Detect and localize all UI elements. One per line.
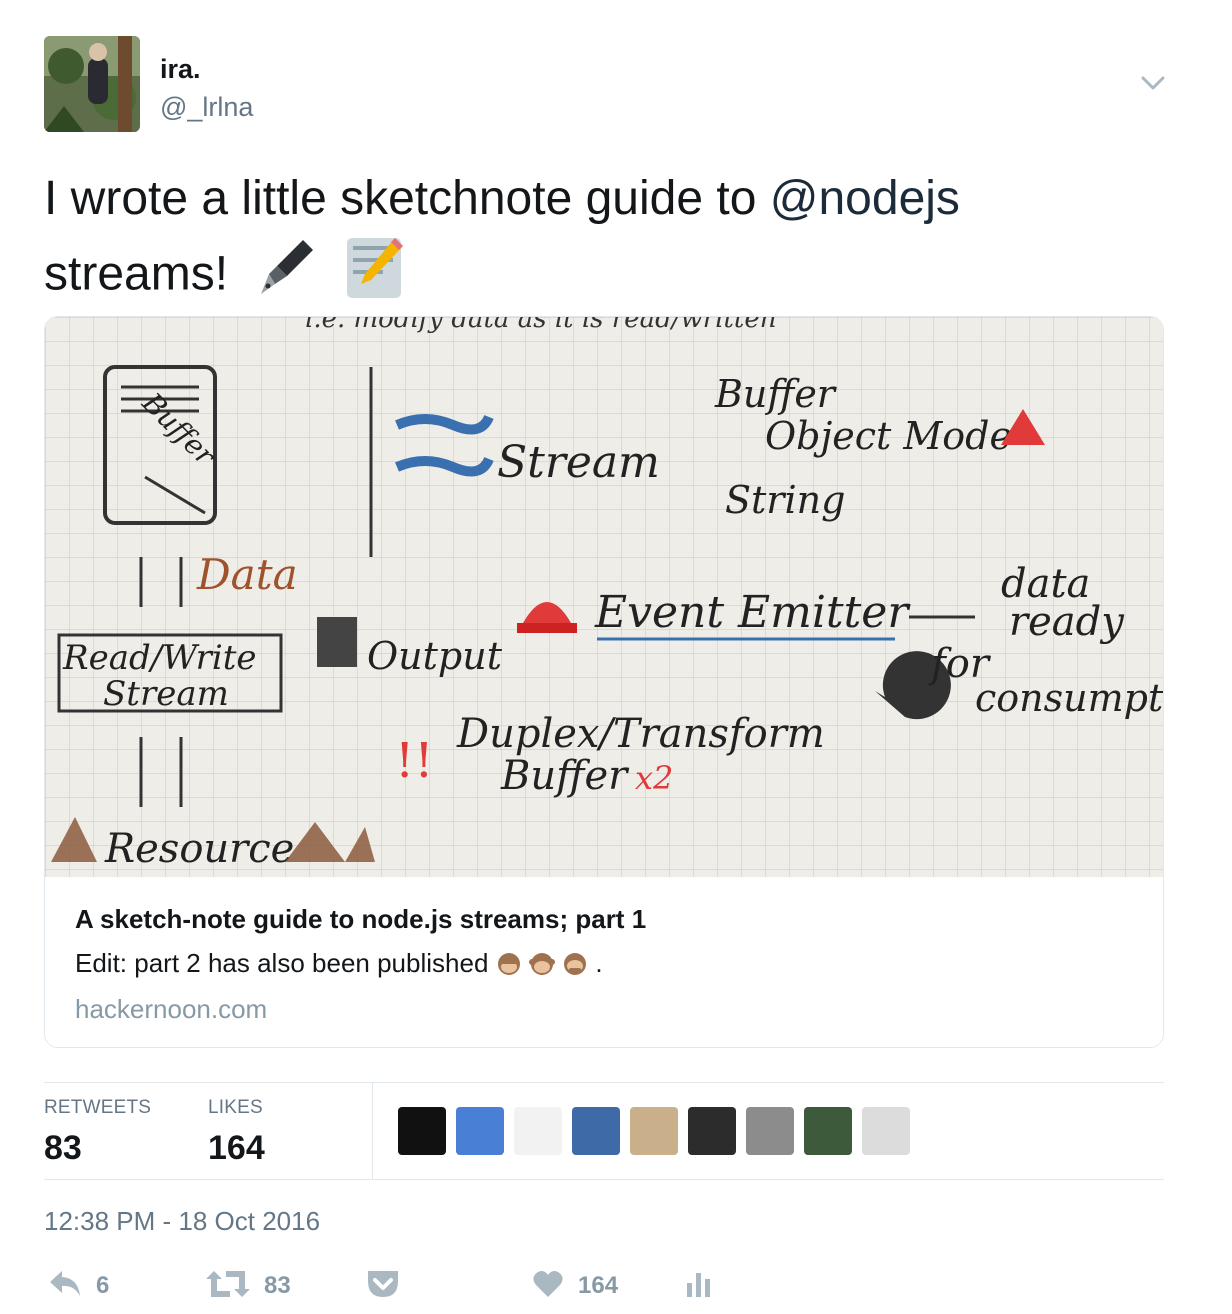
likes-value: 164 xyxy=(208,1129,265,1167)
sketch-consumption-label: consumptio xyxy=(975,676,1163,720)
liker-avatar[interactable] xyxy=(746,1107,794,1155)
retweets-value: 83 xyxy=(44,1129,82,1167)
sketch-output-label: Output xyxy=(367,634,503,678)
liker-avatar[interactable] xyxy=(630,1107,678,1155)
liker-avatar[interactable] xyxy=(398,1107,446,1155)
likes-stat[interactable]: LIKES 164 xyxy=(208,1097,265,1168)
sketch-stream-label: Stream xyxy=(497,437,660,488)
sketch-duplex-label: Duplex/Transform xyxy=(456,711,825,757)
stats-divider xyxy=(372,1083,373,1179)
tweet-text: I wrote a little sketchnote guide to @no… xyxy=(44,164,1144,320)
retweets-stat[interactable]: RETWEETS 83 xyxy=(44,1097,151,1168)
tweet-text-part2: streams! xyxy=(44,247,229,301)
sketch-buffer-x2-label: Buffer xyxy=(500,753,630,799)
handle[interactable]: @_lrlna xyxy=(160,92,253,123)
reply-button[interactable]: 6 xyxy=(48,1262,109,1310)
card-domain[interactable]: hackernoon.com xyxy=(75,991,1133,1027)
heart-icon xyxy=(532,1269,564,1304)
card-description-end: . xyxy=(595,948,603,978)
speak-no-evil-monkey-emoji xyxy=(562,948,595,978)
card-description-text: Edit: part 2 has also been published xyxy=(75,948,489,978)
pocket-icon xyxy=(366,1269,400,1304)
chevron-down-icon[interactable] xyxy=(1136,66,1170,100)
link-card[interactable]: i.e. modify data as it is read/written B… xyxy=(44,316,1164,1048)
display-name[interactable]: ira. xyxy=(160,54,201,85)
liker-avatar[interactable] xyxy=(572,1107,620,1155)
card-image: i.e. modify data as it is read/written B… xyxy=(45,317,1163,877)
analytics-button[interactable] xyxy=(684,1262,714,1310)
sketch-string-label: String xyxy=(725,478,845,522)
reply-icon xyxy=(48,1269,82,1304)
card-description: Edit: part 2 has also been published . xyxy=(75,945,1133,981)
tweet-actions: 6 83 164 xyxy=(44,1262,1164,1310)
tweet-stats: RETWEETS 83 LIKES 164 xyxy=(44,1082,1164,1180)
liker-avatar[interactable] xyxy=(514,1107,562,1155)
card-title[interactable]: A sketch-note guide to node.js streams; … xyxy=(75,901,1133,937)
sketch-read-write-label: Read/Write xyxy=(62,638,257,678)
retweet-icon xyxy=(206,1269,250,1304)
liker-avatar[interactable] xyxy=(456,1107,504,1155)
sketch-ready-label: ready xyxy=(1009,599,1125,645)
sketch-top-text: i.e. modify data as it is read/written xyxy=(305,317,777,334)
tweet-text-part1: I wrote a little sketchnote guide to xyxy=(44,172,770,225)
reply-count: 6 xyxy=(96,1272,110,1299)
memo-emoji xyxy=(345,234,403,320)
hear-no-evil-monkey-emoji xyxy=(528,948,562,978)
card-body: A sketch-note guide to node.js streams; … xyxy=(75,901,1133,1027)
timestamp[interactable]: 12:38 PM - 18 Oct 2016 xyxy=(44,1206,320,1237)
retweet-button[interactable]: 83 xyxy=(206,1262,291,1310)
sketch-event-emitter-label: Event Emitter xyxy=(594,587,911,638)
black-nib-emoji xyxy=(253,234,319,320)
liker-avatar[interactable] xyxy=(804,1107,852,1155)
sketch-data-label: Data xyxy=(196,550,298,599)
likes-label: LIKES xyxy=(208,1097,263,1118)
sketch-resource-label: Resource xyxy=(104,826,294,872)
like-button[interactable]: 164 xyxy=(532,1262,618,1310)
save-button[interactable] xyxy=(366,1262,400,1310)
sketch-buffer-label: Buffer xyxy=(714,372,838,416)
retweets-label: RETWEETS xyxy=(44,1097,152,1118)
retweet-count: 83 xyxy=(264,1272,291,1299)
see-no-evil-monkey-emoji xyxy=(496,948,529,978)
sketch-exclaim-label: !! xyxy=(395,733,434,789)
analytics-icon xyxy=(684,1269,714,1304)
mention-link[interactable]: @nodejs xyxy=(770,172,960,225)
sketch-object-mode-label: Object Mode xyxy=(765,414,1012,458)
liker-avatar[interactable] xyxy=(862,1107,910,1155)
like-count: 164 xyxy=(578,1272,619,1299)
sketch-x2-label: x2 xyxy=(635,759,673,797)
avatar[interactable] xyxy=(44,36,140,132)
liker-avatar[interactable] xyxy=(688,1107,736,1155)
sketch-stream-box-label: Stream xyxy=(103,674,229,714)
